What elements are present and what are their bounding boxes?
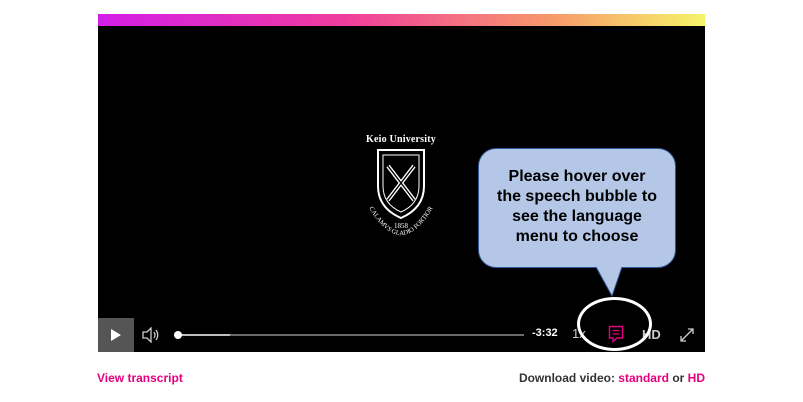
logo-title: Keio University	[366, 134, 436, 145]
gradient-header-bar	[98, 14, 705, 26]
callout-text: Please hover over the speech bubble to s…	[487, 167, 667, 247]
fullscreen-button[interactable]	[678, 326, 696, 344]
volume-button[interactable]	[142, 326, 160, 344]
play-button[interactable]	[98, 318, 134, 352]
instruction-callout: Please hover over the speech bubble to s…	[478, 148, 676, 268]
time-remaining: -3:32	[532, 327, 558, 339]
download-or-text: or	[672, 371, 685, 385]
download-standard-link[interactable]: standard	[618, 371, 669, 385]
callout-line: menu to choose	[515, 228, 639, 245]
download-video: Download video: standard or HD	[519, 371, 705, 385]
highlight-circle	[577, 297, 652, 351]
logo-year: 1858	[394, 222, 409, 230]
progress-bar[interactable]	[174, 331, 524, 339]
callout-pointer	[595, 266, 623, 298]
callout-line: Please hover over	[508, 168, 646, 185]
download-hd-link[interactable]: HD	[688, 371, 705, 385]
volume-icon	[142, 326, 159, 344]
download-label: Download video:	[518, 371, 615, 385]
callout-line: see the language	[512, 208, 642, 225]
logo-motto: CALAMVS GLADIO FORTIOR	[367, 205, 435, 237]
callout-line: the speech bubble to	[496, 188, 657, 205]
shield-crest-icon: 1858 CALAMVS GLADIO FORTIOR	[367, 149, 435, 237]
video-page: Keio University 1858 CALAMVS GLADIO FORT…	[0, 0, 803, 402]
view-transcript-link[interactable]: View transcript	[97, 371, 183, 385]
fullscreen-icon	[680, 328, 694, 342]
progress-handle[interactable]	[174, 331, 182, 339]
progress-loaded	[174, 334, 230, 336]
play-icon	[111, 329, 121, 341]
keio-university-logo: Keio University 1858 CALAMVS GLADIO FORT…	[360, 134, 442, 248]
